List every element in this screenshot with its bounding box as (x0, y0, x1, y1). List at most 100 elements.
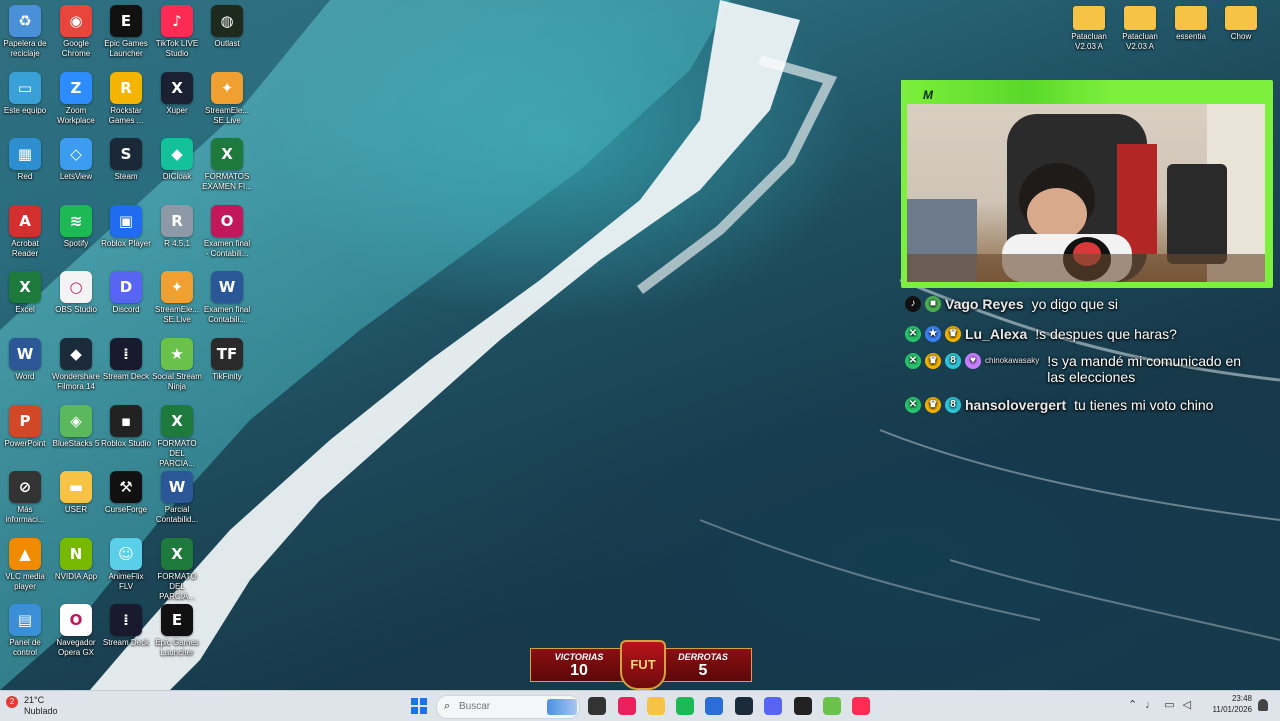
search-input[interactable] (459, 699, 539, 713)
desktop-shortcut-label: Xuper (166, 105, 188, 115)
desktop-shortcut[interactable]: ◇ LetsView (51, 138, 101, 182)
word-file-icon: W (161, 471, 193, 504)
desktop-folder[interactable]: essentia (1166, 6, 1216, 42)
desktop-shortcut[interactable]: RR 4.5.1 (152, 204, 202, 249)
desktop-shortcut[interactable]: ♻ Papelera de reciclaje (0, 5, 50, 59)
spotify-icon[interactable] (676, 697, 694, 715)
desktop-shortcut[interactable]: P PowerPoint (0, 404, 50, 449)
desktop-shortcut[interactable]: ★ Social Stream Ninja (152, 338, 202, 392)
network-icon: ▦ (9, 138, 41, 171)
desktop-shortcut[interactable]: ◆ Wondershare Filmora 14 (51, 338, 101, 392)
filmora-icon[interactable] (735, 697, 753, 715)
folder-zip-icon (1124, 6, 1156, 30)
excel-icon: X (9, 271, 41, 304)
desktop-shortcut-label: OBS Studio (55, 305, 97, 315)
network-icon[interactable]: ▭ (1164, 699, 1182, 711)
pdf-icon: A (9, 204, 41, 237)
desktop-shortcut[interactable]: W Parcial Contabilid... (152, 471, 202, 525)
desktop-shortcut-label: Acrobat Reader (11, 238, 39, 258)
clock-time: 23:48 (1231, 694, 1252, 703)
desktop-shortcut[interactable]: ◆ DICloak (152, 138, 202, 182)
desktop-shortcut[interactable]: W Word (0, 338, 50, 382)
desktop-shortcut[interactable]: ◉ Google Chrome (51, 5, 101, 59)
desktop-shortcut[interactable]: O Navegador Opera GX (51, 604, 101, 658)
desktop-shortcut[interactable]: E Epic Games Launcher (152, 604, 202, 658)
desktop-shortcut[interactable]: ⁞ Stream Deck (101, 338, 151, 382)
desktop-shortcut[interactable]: ▣ Roblox Player (101, 204, 151, 249)
desktop-shortcut[interactable]: ▪ Roblox Studio (101, 404, 151, 449)
desktop-folder[interactable]: Patacluan V2.03 A (1064, 6, 1114, 52)
file-explorer-icon[interactable] (647, 697, 665, 715)
desktop-shortcut[interactable]: ▦ Red (0, 138, 50, 182)
desktop-shortcut-label: StreamEle... SE.Live (204, 105, 249, 125)
desktop-folder[interactable]: Patacluan V2.03 A (1115, 6, 1165, 52)
microsoft-store-icon[interactable] (705, 697, 723, 715)
desktop-shortcut-label: Rockstar Games ... (108, 105, 144, 125)
desktop-shortcut-label: VLC media player (5, 571, 45, 591)
volume-icon[interactable]: ◁ (1183, 699, 1199, 711)
streamdeck-icon: ⁞ (110, 338, 142, 370)
desktop-shortcut[interactable]: O Examen final - Contabili... (202, 204, 252, 259)
desktop-shortcut[interactable]: ▭ Este equipo (0, 71, 50, 116)
desktop-shortcut[interactable]: ◍ Outlast (202, 5, 252, 49)
computer-icon: ▭ (9, 71, 41, 104)
desktop-shortcut[interactable]: X Excel (0, 271, 50, 315)
weather-alert-icon: 2 (6, 696, 18, 708)
task-view-icon[interactable] (588, 697, 606, 715)
opera-gx-icon[interactable] (618, 697, 636, 715)
desktop-shortcut[interactable]: D Discord (101, 271, 151, 315)
desktop-shortcut-label: Stream Deck (102, 638, 150, 648)
crown-icon: ♛ (945, 326, 961, 342)
desktop-shortcut[interactable]: X FORMATOS EXAMEN FI... (202, 138, 252, 192)
desktop-shortcut[interactable]: ◈ BlueStacks 5 (51, 404, 101, 449)
desktop-shortcut[interactable]: R Rockstar Games ... (101, 71, 151, 126)
taskbar-clock[interactable]: 23:48 11/01/2026 (1200, 693, 1252, 715)
discord-icon[interactable] (764, 697, 782, 715)
desktop-shortcut[interactable]: ≋ Spotify (51, 204, 101, 249)
desktop-shortcut[interactable]: ✦ StreamEle... SE.Live (152, 271, 202, 325)
desktop-shortcut[interactable]: TF TikFinity (202, 338, 252, 382)
desktop-shortcut[interactable]: W Examen final Contabili... (202, 271, 252, 325)
notification-bell-icon[interactable] (1258, 699, 1268, 711)
social-stream-icon[interactable] (823, 697, 841, 715)
webcam-overlay-header: M (901, 80, 1111, 104)
desktop-shortcut-label: Este equipo (3, 105, 47, 115)
desktop-shortcut[interactable]: ⚒ CurseForge (101, 471, 151, 515)
chat-username: Vago Reyes (945, 296, 1024, 312)
tiktok-live-icon[interactable] (852, 697, 870, 715)
desktop-shortcut-label: TikTok LIVE Studio (155, 39, 199, 58)
desktop-shortcut[interactable]: E Epic Games Launcher (101, 5, 151, 59)
desktop-shortcut[interactable]: ▲ VLC media player (0, 537, 50, 592)
obs-icon[interactable] (794, 697, 812, 715)
desktop-shortcut[interactable]: ♪ TikTok LIVE Studio (152, 5, 202, 59)
weather-widget[interactable]: 2 21°C Nublado (6, 693, 76, 719)
chat-text: tu tienes mi voto chino (1074, 397, 1214, 413)
desktop-shortcut[interactable]: Z Zoom Workplace (51, 71, 101, 126)
gift-icon: ■ (925, 296, 941, 312)
desktop-shortcut[interactable]: ○ OBS Studio (51, 271, 101, 315)
desktop-shortcut[interactable]: ☺ AnimeFlix FLV (101, 537, 151, 592)
tiktok-icon: ♪ (905, 296, 921, 312)
desktop-shortcut[interactable]: X FORMATO DEL PARCIA... (152, 537, 202, 602)
microphone-icon[interactable]: ♩ (1145, 699, 1164, 711)
desktop-shortcut-label: Spotify (63, 238, 89, 248)
outlast-icon: ◍ (211, 5, 243, 37)
taskbar-search[interactable]: ⌕ (436, 695, 580, 719)
desktop-shortcut[interactable]: ⊘ Más informaci... (0, 471, 50, 525)
tray-overflow-icon[interactable]: ⌃ (1128, 699, 1145, 711)
desktop-shortcut[interactable]: ⁞ Stream Deck (101, 604, 151, 648)
desktop-shortcut[interactable]: X FORMATO DEL PARCIA... (152, 404, 202, 469)
desktop-shortcut[interactable]: S Steam (101, 138, 151, 182)
desktop-shortcut[interactable]: ▤ Panel de control (0, 604, 50, 658)
desktop-shortcut[interactable]: X Xuper (152, 71, 202, 116)
chat-message: ✕ ♛ 8 ♥ chinokawasaky !s ya mandé mi comunica… (905, 353, 1257, 385)
zoom-icon: Z (60, 71, 92, 104)
desktop-shortcut[interactable]: ▬ USER (51, 471, 101, 515)
desktop-folder[interactable]: Chow (1216, 6, 1266, 42)
desktop-shortcut-label: USER (64, 505, 88, 515)
desktop-shortcut[interactable]: ✦ StreamEle... SE.Live (202, 71, 252, 126)
desktop-shortcut[interactable]: N NVIDIA App (51, 537, 101, 582)
desktop-shortcut[interactable]: A Acrobat Reader (0, 204, 50, 259)
spotify-icon: ≋ (60, 204, 92, 237)
windows-start-icon[interactable] (410, 697, 428, 715)
